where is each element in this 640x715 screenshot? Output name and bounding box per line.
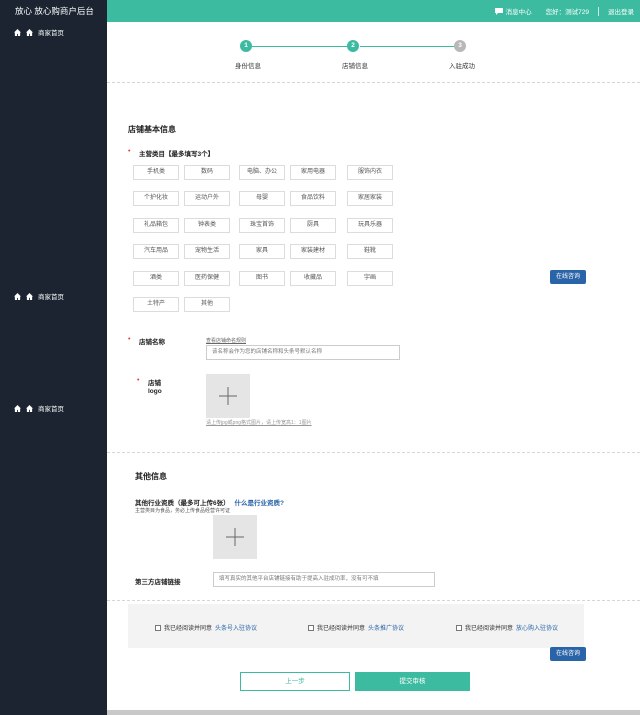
logo-upload-hint: 请上传jpg或png格式图片，请上传宽高1：1图片	[206, 420, 312, 426]
shop-name-rule-link[interactable]: 查看店铺命名规则	[206, 337, 246, 344]
agreement-1[interactable]: 我已经阅读并同意 头条号入驻协议	[155, 623, 257, 632]
agreement-text: 我已经阅读并同意	[317, 626, 366, 632]
home-icon	[26, 292, 33, 300]
category-option[interactable]: 医药保健	[184, 271, 230, 286]
message-icon	[494, 7, 503, 15]
brand-title: 放心 放心购商户后台	[0, 0, 107, 22]
step-connector-2	[360, 46, 460, 47]
category-option[interactable]: 家具	[239, 244, 285, 259]
sidebar-item-label: 商家首页	[38, 30, 64, 37]
category-option[interactable]: 数码	[184, 165, 230, 180]
divider	[107, 452, 640, 453]
category-option[interactable]: 宇画	[347, 271, 393, 286]
category-option[interactable]: 收藏品	[290, 271, 336, 286]
agreement-panel: 我已经阅读并同意 头条号入驻协议 我已经阅读并同意 头条推广协议 我已经阅读并同…	[128, 604, 584, 648]
qualification-upload-box[interactable]	[213, 515, 257, 559]
sidebar-item-home-1[interactable]: 商家首页	[14, 26, 64, 38]
home-icon	[26, 28, 33, 36]
sidebar	[0, 22, 107, 715]
category-option[interactable]: 家装建材	[290, 244, 336, 259]
category-option[interactable]: 电脑、办公	[239, 165, 285, 180]
step-3-circle: 3	[454, 40, 466, 52]
category-option[interactable]: 图书	[239, 271, 285, 286]
category-option[interactable]: 其他	[184, 297, 230, 312]
sidebar-item-label: 商家首页	[38, 406, 64, 413]
category-option[interactable]: 玩具乐器	[347, 218, 393, 233]
agreement-link[interactable]: 头条推广协议	[368, 623, 404, 632]
section-title-shop-basic: 店铺基本信息	[128, 125, 176, 134]
category-option[interactable]: 厨具	[290, 218, 336, 233]
divider	[107, 600, 640, 601]
agreement-checkbox[interactable]	[456, 624, 462, 631]
agreement-link[interactable]: 放心购入驻协议	[516, 623, 558, 632]
third-party-link-label: 第三方店铺链接	[135, 579, 181, 586]
logout-link[interactable]: 退出登录	[608, 6, 634, 16]
agreement-text: 我已经阅读并同意	[465, 626, 514, 632]
sidebar-item-home-3[interactable]: 商家首页	[14, 402, 64, 414]
category-option[interactable]: 运动户外	[184, 191, 230, 206]
home-icon	[14, 404, 21, 412]
online-consult-button[interactable]: 在线咨询	[550, 270, 586, 284]
step-1-label: 身份信息	[235, 63, 261, 70]
category-option[interactable]: 家居家装	[347, 191, 393, 206]
qualification-label-text: 其他行业资质（最多可上传6张）	[135, 500, 230, 507]
category-option[interactable]: 汽车用品	[133, 244, 179, 259]
category-label: 主营类目【最多填写3个】	[139, 151, 215, 158]
sidebar-item-home-2[interactable]: 商家首页	[14, 290, 64, 302]
header-actions: 消息中心 您好：测试729 退出登录	[494, 0, 634, 22]
category-option[interactable]: 鞋靴	[347, 244, 393, 259]
step-connector-1	[252, 46, 352, 47]
step-1-circle: 1	[240, 40, 252, 52]
shop-name-input[interactable]: 该名称会作为您的店铺名称和头条号默认名称	[206, 345, 400, 360]
message-center-label: 消息中心	[505, 9, 532, 16]
step-2-circle: 2	[347, 40, 359, 52]
category-option[interactable]: 家用电器	[290, 165, 336, 180]
category-option[interactable]: 土特产	[133, 297, 179, 312]
qualification-label: 其他行业资质（最多可上传6张） 什么是行业资质?	[135, 497, 284, 507]
category-option[interactable]: 珠宝首饰	[239, 218, 285, 233]
required-marker: •	[128, 336, 131, 343]
agreement-text: 我已经阅读并同意	[164, 626, 213, 632]
submit-review-button[interactable]: 提交审核	[355, 672, 470, 691]
qualification-help-link[interactable]: 什么是行业资质?	[234, 500, 283, 507]
agreement-link[interactable]: 头条号入驻协议	[215, 623, 257, 632]
home-icon	[14, 292, 21, 300]
agreement-checkbox[interactable]	[308, 624, 314, 631]
qualification-note: 主营类目为食品，务必上传食品经营许可证	[135, 508, 231, 514]
category-option[interactable]: 手机类	[133, 165, 179, 180]
category-option[interactable]: 服饰内衣	[347, 165, 393, 180]
progress-stepper: 1 2 3 身份信息 店铺信息 入驻成功	[200, 40, 500, 72]
category-option[interactable]: 酒类	[133, 271, 179, 286]
user-greeting: 您好：测试729	[545, 9, 589, 16]
bottom-sidebar-strip	[0, 710, 107, 715]
category-option[interactable]: 宠物生活	[184, 244, 230, 259]
previous-step-button[interactable]: 上一步	[240, 672, 350, 691]
category-option[interactable]: 食品饮料	[290, 191, 336, 206]
home-icon	[26, 404, 33, 412]
sidebar-item-label: 商家首页	[38, 294, 64, 301]
logo-label-line2: logo	[148, 388, 162, 395]
category-option[interactable]: 个护化妆	[133, 191, 179, 206]
shop-name-label: 店铺名称	[139, 339, 165, 346]
required-marker: •	[137, 377, 140, 384]
message-center-link[interactable]: 消息中心	[494, 6, 532, 16]
header-divider	[598, 6, 599, 16]
category-option[interactable]: 母婴	[239, 191, 285, 206]
category-option[interactable]: 钟表类	[184, 218, 230, 233]
divider	[107, 82, 640, 83]
logo-label-line1: 店铺	[148, 380, 161, 387]
third-party-link-input[interactable]: 填写真实的其他平台店铺链接有助于提高入驻成功率，没有可不填	[213, 572, 435, 587]
agreement-3[interactable]: 我已经阅读并同意 放心购入驻协议	[456, 623, 558, 632]
logo-upload-box[interactable]	[206, 374, 250, 418]
home-icon	[14, 28, 21, 36]
agreement-2[interactable]: 我已经阅读并同意 头条推广协议	[308, 623, 404, 632]
section-title-other-info: 其他信息	[135, 472, 167, 481]
category-option[interactable]: 礼品箱包	[133, 218, 179, 233]
agreement-checkbox[interactable]	[155, 624, 161, 631]
step-2-label: 店铺信息	[342, 63, 368, 70]
step-3-label: 入驻成功	[449, 63, 475, 70]
required-marker: •	[128, 148, 131, 155]
online-consult-button-bottom[interactable]: 在线咨询	[550, 647, 586, 661]
